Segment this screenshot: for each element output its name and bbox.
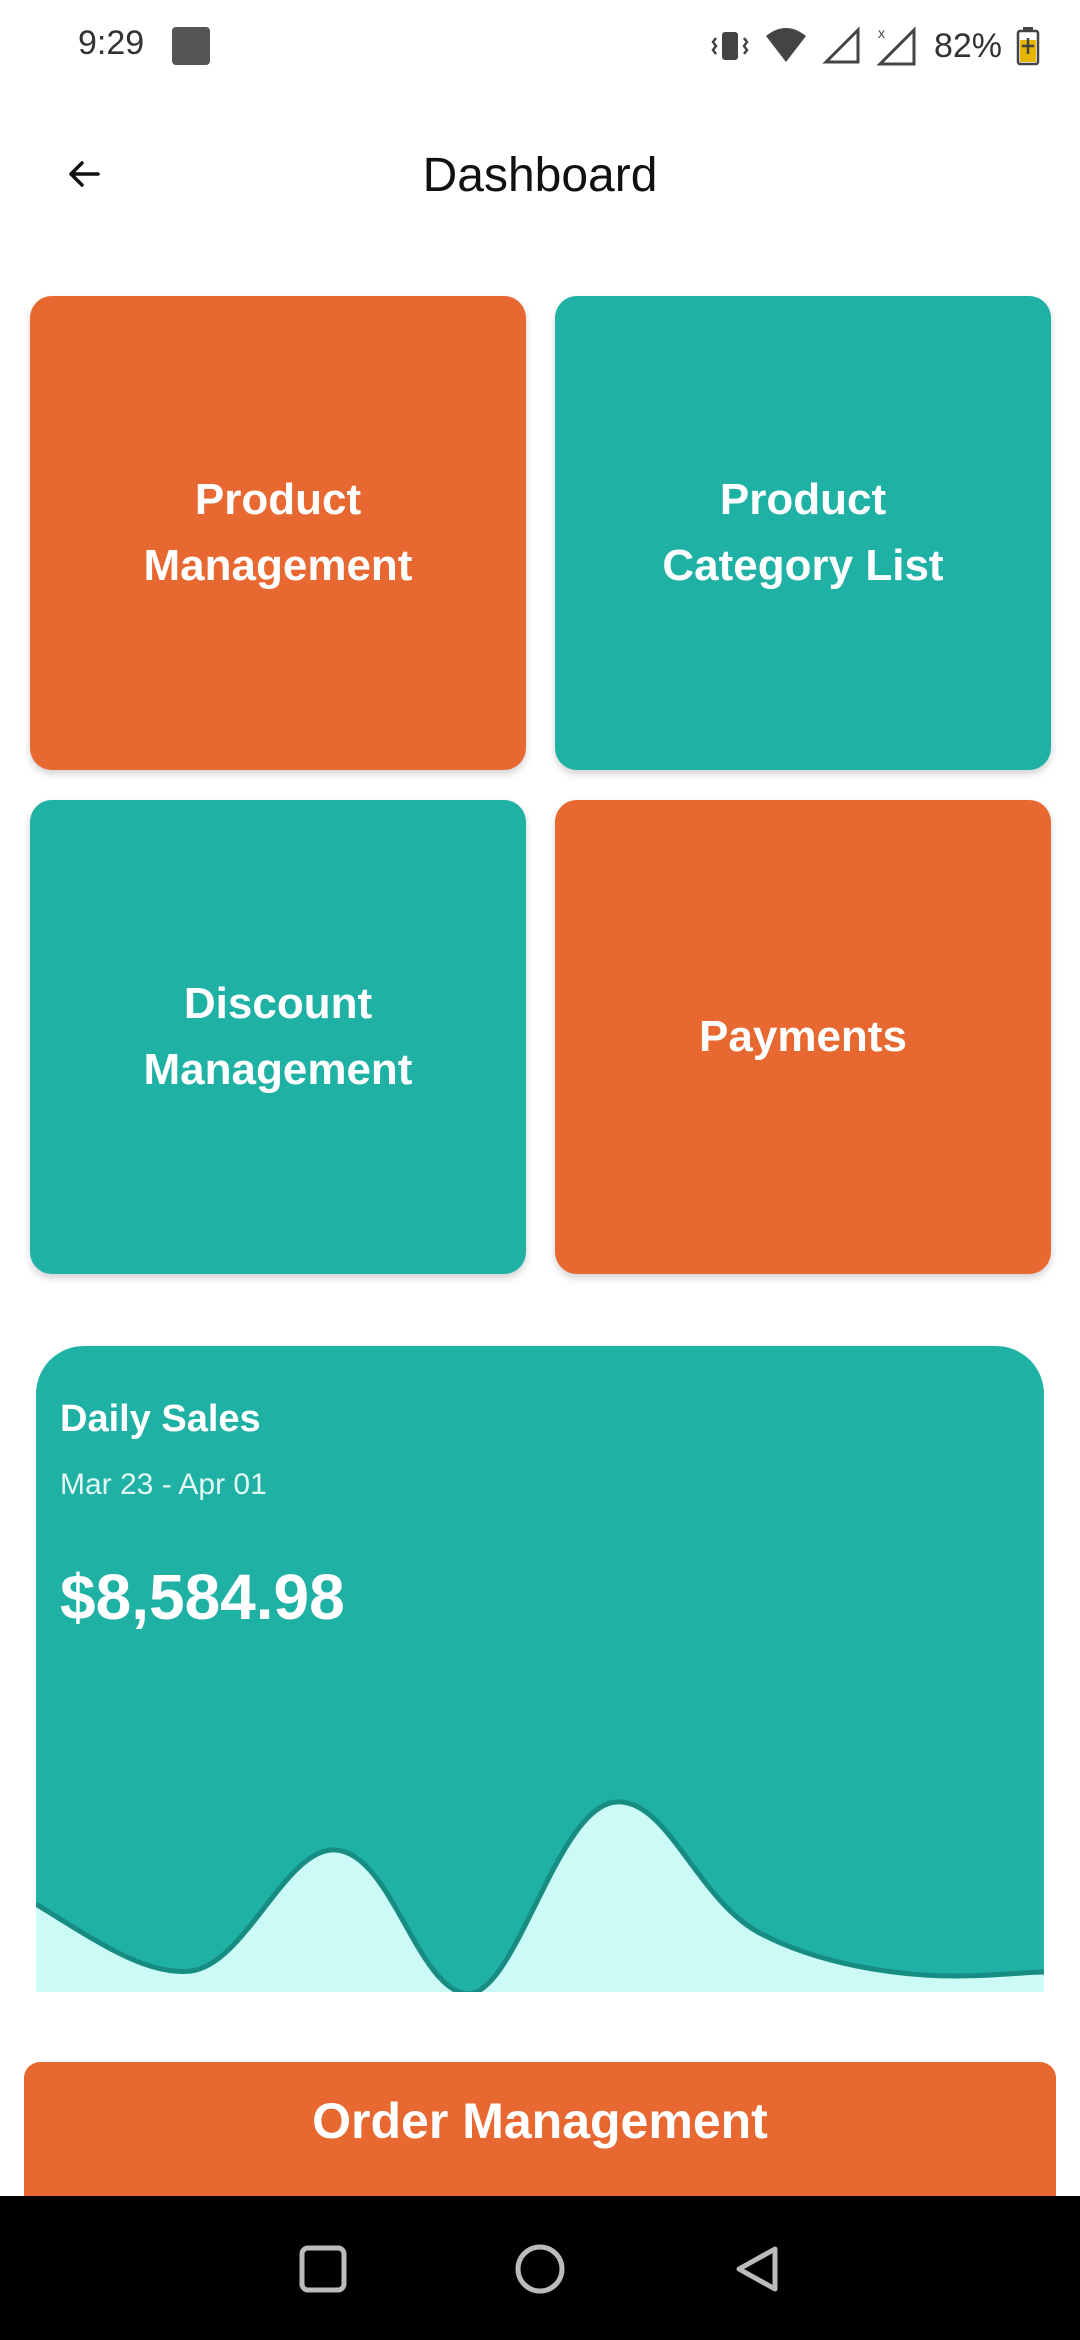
signal-no-service-icon: x — [876, 25, 916, 66]
sales-total: $8,584.98 — [60, 1561, 345, 1633]
tile-label: Product Management — [143, 475, 413, 590]
recents-button[interactable] — [288, 2234, 358, 2304]
status-time: 9:29 — [78, 24, 145, 62]
page-title: Dashboard — [422, 149, 658, 202]
tile-product-category-list[interactable]: Product Category List — [555, 296, 1051, 770]
order-management-button[interactable]: Order Management — [24, 2062, 1056, 2196]
vibrate-icon — [711, 32, 749, 60]
status-bar: 9:29 x 82% — [0, 0, 1080, 92]
sales-chart — [36, 1799, 1044, 1992]
notification-icon — [172, 27, 210, 65]
sales-title: Daily Sales — [60, 1398, 261, 1440]
tile-payments[interactable]: Payments — [555, 800, 1051, 1274]
svg-text:x: x — [878, 25, 885, 41]
status-icons: x 82% — [710, 20, 1040, 72]
tile-product-management[interactable]: Product Management — [30, 296, 526, 770]
battery-percent: 82% — [933, 26, 1002, 65]
tile-label: Payments — [699, 1012, 907, 1061]
wifi-icon — [765, 28, 806, 62]
triangle-back-icon — [736, 2246, 778, 2292]
system-nav-bar — [0, 2196, 1080, 2340]
order-management-label: Order Management — [312, 2093, 768, 2149]
home-button[interactable] — [505, 2234, 575, 2304]
tile-label: Product Category List — [662, 475, 944, 590]
circle-icon — [515, 2244, 565, 2294]
sales-date-range: Mar 23 - Apr 01 — [60, 1468, 267, 1501]
daily-sales-card: Daily Sales Mar 23 - Apr 01 $8,584.98 — [36, 1346, 1044, 1992]
tile-label: Discount Management — [143, 979, 413, 1094]
arrow-left-icon — [69, 161, 100, 187]
back-nav-button[interactable] — [722, 2234, 792, 2304]
tile-discount-management[interactable]: Discount Management — [30, 800, 526, 1274]
signal-icon — [822, 26, 860, 64]
back-button[interactable] — [56, 146, 112, 202]
square-icon — [299, 2245, 347, 2293]
app-bar: Dashboard — [0, 120, 1080, 230]
battery-charging-icon — [1016, 27, 1040, 66]
